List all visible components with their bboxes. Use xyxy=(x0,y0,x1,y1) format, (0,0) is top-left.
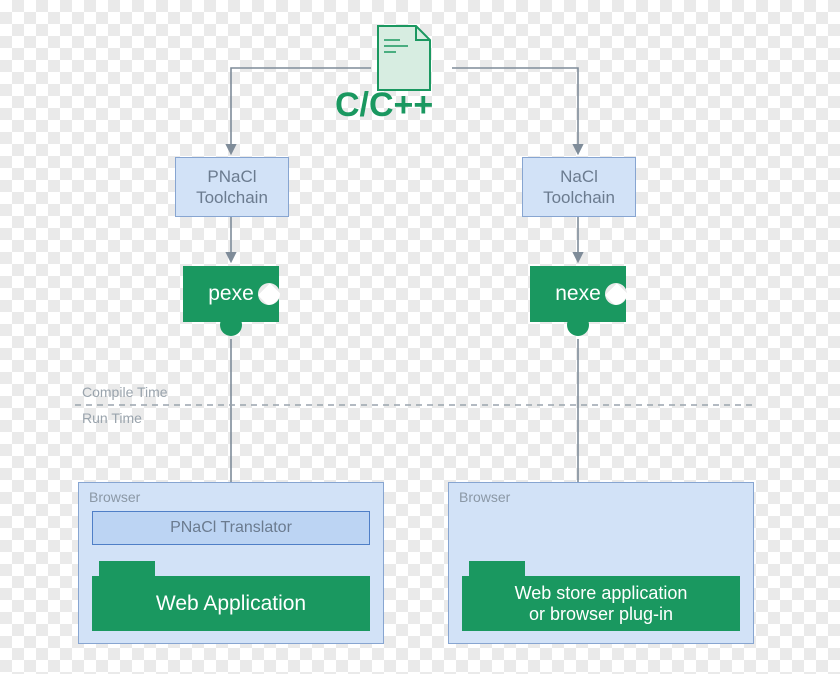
web-store-application-label: Web store application or browser plug-in xyxy=(515,583,688,625)
browser-title-right: Browser xyxy=(459,489,510,505)
puzzle-notch-icon xyxy=(605,283,627,305)
puzzle-tab-icon xyxy=(220,314,242,336)
pexe-artifact: pexe xyxy=(183,266,279,322)
browser-title-left: Browser xyxy=(89,489,140,505)
puzzle-tab-icon xyxy=(567,314,589,336)
source-file-icon xyxy=(378,26,430,90)
nacl-toolchain-box: NaCl Toolchain xyxy=(522,157,636,217)
pnacl-toolchain-box: PNaCl Toolchain xyxy=(175,157,289,217)
source-language-label: C/C++ xyxy=(335,86,433,125)
pnacl-translator-box: PNaCl Translator xyxy=(92,511,370,545)
web-store-application-box: Web store application or browser plug-in xyxy=(462,576,740,631)
nexe-label: nexe xyxy=(555,282,601,306)
run-time-label: Run Time xyxy=(82,410,142,426)
compile-time-label: Compile Time xyxy=(82,384,168,400)
puzzle-notch-icon xyxy=(258,283,280,305)
web-application-box: Web Application xyxy=(92,576,370,631)
nexe-artifact: nexe xyxy=(530,266,626,322)
web-application-label: Web Application xyxy=(156,592,306,616)
pexe-label: pexe xyxy=(208,282,254,306)
